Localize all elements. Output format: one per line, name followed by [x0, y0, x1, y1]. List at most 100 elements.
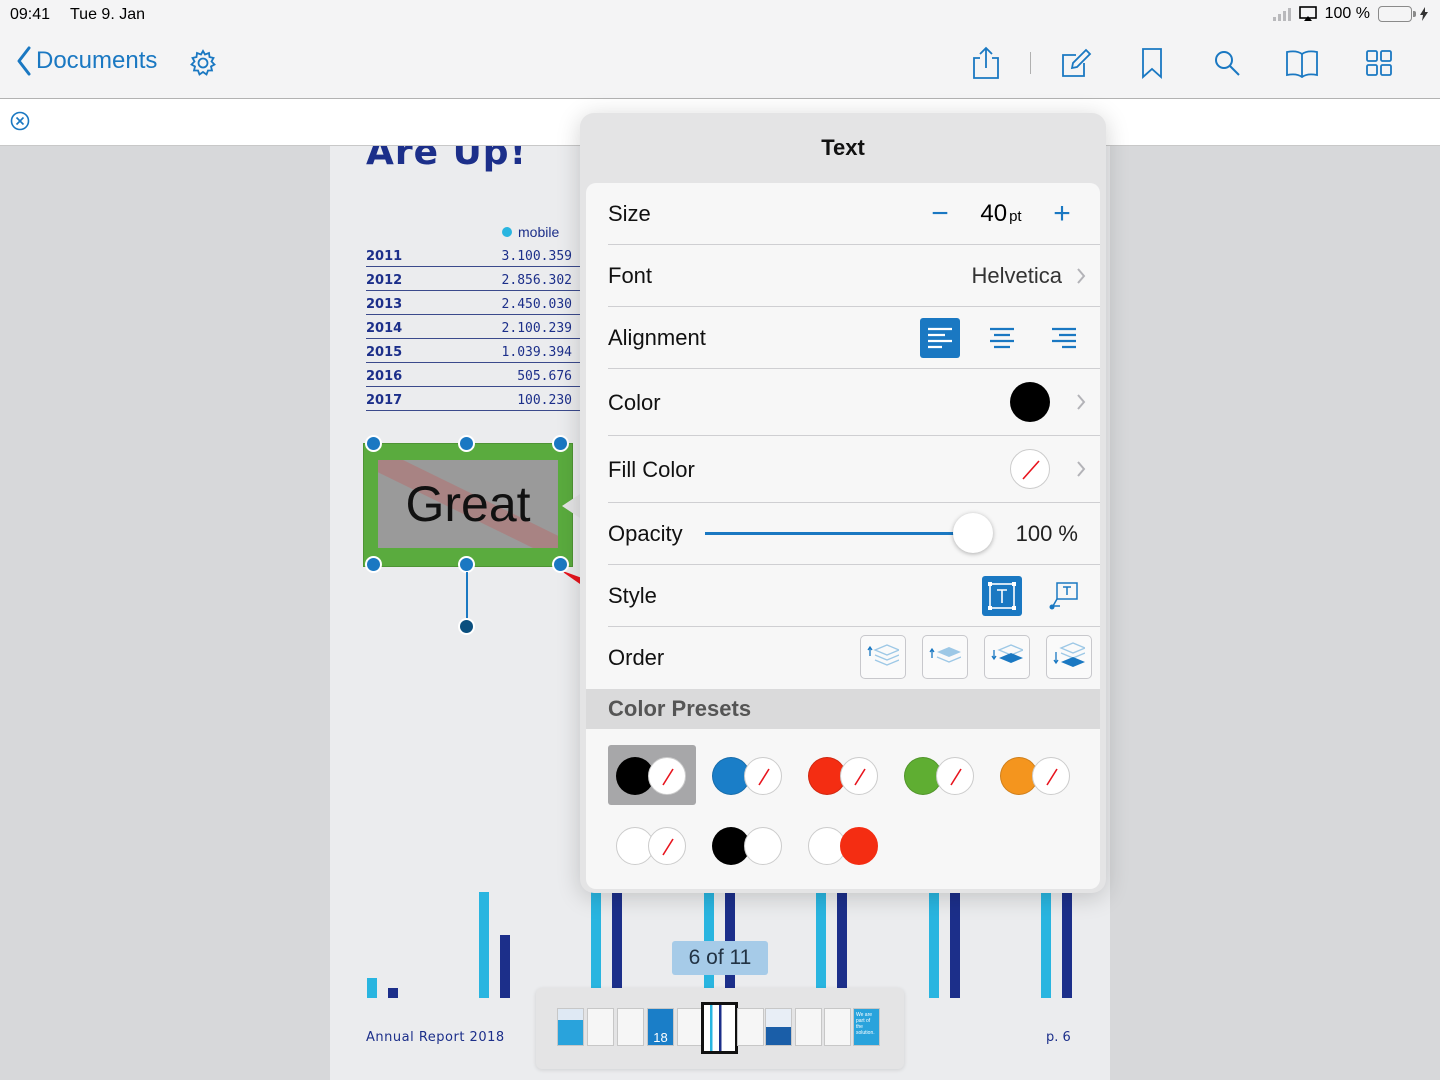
- page-thumbnail-4[interactable]: 18: [647, 1008, 674, 1046]
- font-value: Helvetica: [971, 263, 1062, 288]
- align-right-button[interactable]: [1044, 318, 1084, 358]
- page-footer-title: Annual Report 2018: [366, 1030, 505, 1045]
- preset-black-nofill[interactable]: [608, 745, 696, 805]
- preset-orange-nofill[interactable]: [992, 745, 1080, 805]
- color-swatch: [1010, 382, 1050, 422]
- color-label: Color: [608, 390, 661, 415]
- bring-to-front-button[interactable]: [860, 635, 906, 679]
- bring-forward-button[interactable]: [922, 635, 968, 679]
- table-row: 2017 100.230: [366, 387, 580, 411]
- page-thumbnail-7[interactable]: [737, 1008, 764, 1046]
- year-cell: 2017: [366, 393, 403, 408]
- opacity-label: Opacity: [608, 521, 683, 546]
- preset-green-nofill[interactable]: [896, 745, 984, 805]
- preset-fill-color: [840, 757, 878, 795]
- slider-thumb[interactable]: [953, 513, 993, 553]
- order-row: Order: [608, 627, 1100, 689]
- page-thumbnail-9[interactable]: [795, 1008, 822, 1046]
- decrease-size-button[interactable]: −: [918, 194, 962, 234]
- style-callout-button[interactable]: [1044, 576, 1084, 616]
- table-row: 2016 505.676: [366, 363, 580, 387]
- page-heading: Are Up!: [366, 146, 527, 173]
- year-cell: 2011: [366, 249, 403, 264]
- fill-color-label: Fill Color: [608, 457, 695, 482]
- chart-bar: [612, 888, 622, 998]
- page-thumbnail-10[interactable]: [824, 1008, 851, 1046]
- chart-bar: [367, 978, 377, 998]
- resize-handle-bottom[interactable]: [458, 556, 475, 573]
- page-thumbnail-11[interactable]: We are part of the solution.: [853, 1008, 880, 1046]
- value-cell: 2.856.302: [501, 273, 572, 288]
- layer-up-icon: [929, 647, 961, 663]
- resize-handle-top[interactable]: [458, 435, 475, 452]
- fill-color-row[interactable]: Fill Color: [608, 436, 1100, 503]
- send-to-back-button[interactable]: [1046, 635, 1092, 679]
- increase-size-button[interactable]: +: [1040, 194, 1084, 234]
- page-thumbnail-3[interactable]: [617, 1008, 644, 1046]
- opacity-slider[interactable]: [705, 503, 995, 563]
- preset-white-nofill[interactable]: [608, 815, 696, 875]
- page-thumbnail-8[interactable]: [765, 1008, 792, 1046]
- value-cell: 2.100.239: [501, 321, 572, 336]
- style-row: Style: [608, 565, 1100, 627]
- legend-label: mobile: [518, 224, 560, 240]
- style-label: Style: [608, 583, 657, 608]
- thumbnail-label: 18: [653, 1030, 668, 1045]
- chart-legend: mobile: [502, 224, 559, 240]
- thumbnail-strip[interactable]: 18 We are part of the solution.: [536, 988, 904, 1069]
- align-left-button[interactable]: [920, 318, 960, 358]
- bookmark-icon[interactable]: [1135, 46, 1169, 80]
- text-annotation[interactable]: Great: [363, 443, 573, 567]
- back-button[interactable]: Documents: [16, 46, 157, 76]
- search-icon[interactable]: [1210, 46, 1244, 80]
- inspector-list: Size − 40pt + Font Helvetica Alignment: [586, 183, 1100, 889]
- page-thumbnail-current[interactable]: [701, 1002, 738, 1054]
- preset-fill-color: [840, 827, 878, 865]
- alignment-row: Alignment: [608, 307, 1100, 369]
- preset-black-whitefill[interactable]: [704, 815, 792, 875]
- opacity-value: 100 %: [1015, 521, 1078, 546]
- chart-bar: [816, 888, 826, 998]
- preset-fill-color: [936, 757, 974, 795]
- style-boxed-button[interactable]: [982, 576, 1022, 616]
- resize-handle-top-right[interactable]: [552, 435, 569, 452]
- edit-icon[interactable]: [1059, 46, 1093, 80]
- status-date: Tue 9. Jan: [70, 6, 146, 23]
- chevron-right-icon: [1077, 461, 1086, 477]
- page-thumbnail-5[interactable]: [677, 1008, 704, 1046]
- page-thumbnail-1[interactable]: [557, 1008, 584, 1046]
- chart-bar: [950, 888, 960, 998]
- legend-swatch: [502, 227, 512, 237]
- navigation-bar: Documents: [0, 30, 1440, 99]
- resize-handle-top-left[interactable]: [365, 435, 382, 452]
- settings-icon[interactable]: [186, 46, 220, 80]
- preset-red-nofill[interactable]: [800, 745, 888, 805]
- preset-white-redfill[interactable]: [800, 815, 888, 875]
- rotation-handle[interactable]: [458, 618, 475, 635]
- grid-icon[interactable]: [1362, 46, 1396, 80]
- back-label: Documents: [36, 47, 158, 74]
- close-circle-icon[interactable]: [10, 111, 30, 131]
- status-bar: 09:41 Tue 9. Jan 100 %: [0, 0, 1440, 30]
- share-icon[interactable]: [969, 46, 1003, 80]
- align-center-button[interactable]: [982, 318, 1022, 358]
- value-cell: 3.100.359: [501, 249, 572, 264]
- preset-blue-nofill[interactable]: [704, 745, 792, 805]
- table-row: 2014 2.100.239: [366, 315, 580, 339]
- font-row[interactable]: Font Helvetica: [608, 245, 1100, 307]
- send-backward-button[interactable]: [984, 635, 1030, 679]
- chart-bar: [929, 888, 939, 998]
- preset-fill-color: [744, 827, 782, 865]
- table-row: 2011 3.100.359: [366, 243, 580, 267]
- value-cell: 100.230: [517, 393, 572, 408]
- resize-handle-bottom-left[interactable]: [365, 556, 382, 573]
- callout-icon: [1049, 582, 1078, 610]
- signal-icon: [1272, 7, 1291, 21]
- chevron-left-icon: [17, 46, 31, 76]
- color-row[interactable]: Color: [608, 369, 1100, 436]
- text-inspector-popover: Text Size − 40 pt + Font Helvetica Alignm…: [580, 113, 1106, 893]
- popover-title: Text: [821, 135, 865, 160]
- page-thumbnail-2[interactable]: [587, 1008, 614, 1046]
- book-icon[interactable]: [1285, 46, 1319, 80]
- resize-handle-bottom-right[interactable]: [552, 556, 569, 573]
